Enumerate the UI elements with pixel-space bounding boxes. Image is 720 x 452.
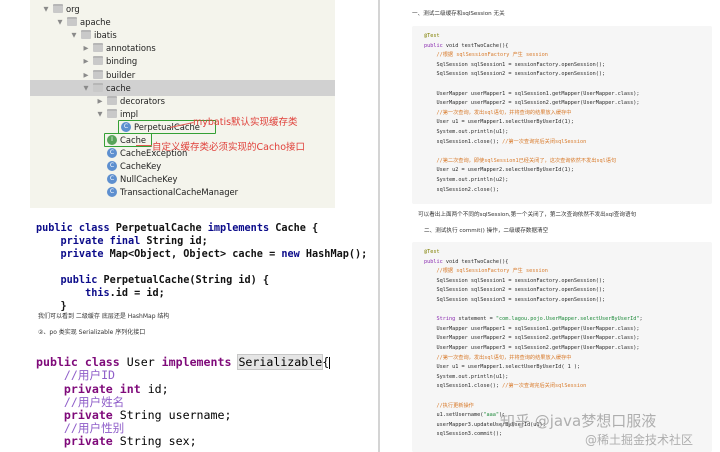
juejin-watermark: @稀土掘金技术社区 [585,433,694,447]
result-note: 可以看出上面两个不同的sqlSession,第一个关闭了，第二次查询依然不发出s… [418,212,637,218]
tree-item-label: TransactionalCacheManager [120,187,239,198]
folder-icon [67,17,77,27]
tree-item-transactionalcachemanager[interactable]: C TransactionalCacheManager [30,184,335,200]
cache-annotation: 自定义缓存类必须实现的Cacho接口 [152,142,306,153]
folder-icon [53,4,63,13]
impl-annotation: mybatis默认实现缓存类 [193,117,298,128]
project-tree: ▼ org ▼ apache ▼ ibatis ▶ annotations ▶ binding ▶ b… [30,0,335,208]
folder-icon [93,82,103,92]
class-icon: C [107,174,117,185]
folder-icon [93,69,103,79]
hashmap-note: 我们可以看到 二级缓存 底层还是 HashMap 结构 [38,313,170,320]
right-page: 一、测试二级缓存和sqlSession 无关 @Test public void … [380,0,720,452]
section-heading-2: 二、测试执行 commit() 操作，二级缓存数据清空 [424,228,549,234]
perpetual-cache-code: public class PerpetualCache implements C… [36,223,368,312]
class-icon: C [107,187,117,198]
test-code-1: @Test public void testTwoCache(){ //根据 sq… [424,33,640,193]
folder-icon [93,43,103,53]
class-icon: C [107,148,117,159]
left-page: ▼ org ▼ apache ▼ ibatis ▶ annotations ▶ binding ▶ b… [0,0,378,452]
cache-annotation-line [136,145,152,146]
text-cursor [329,356,331,369]
folder-icon [107,95,117,105]
serializable-heading: ②、po 类实现 Serializable 序列化接口 [38,329,146,336]
test-code-block-1: @Test public void testTwoCache(){ //根据 sq… [412,26,712,204]
zhihu-watermark: 知乎 @java梦想口服液 [500,412,657,430]
user-class-code: public class User implements Serializabl… [36,354,331,449]
folder-icon [81,30,91,40]
folder-icon [93,56,103,66]
section-heading-1: 一、测试二级缓存和sqlSession 无关 [412,11,505,17]
class-icon: C [107,161,117,172]
folder-icon [107,108,117,118]
